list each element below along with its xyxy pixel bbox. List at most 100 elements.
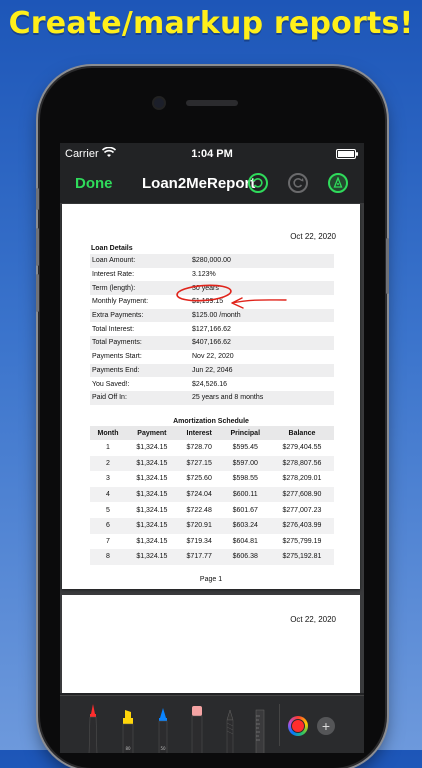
amortization-cell: $603.24 — [220, 517, 270, 534]
amortization-cell: $597.00 — [220, 455, 270, 472]
report-date: Oct 22, 2020 — [290, 232, 336, 241]
loan-detail-row: Extra Payments: $125.00 /month — [90, 308, 334, 323]
loan-detail-label: Payments End: — [90, 363, 190, 378]
undo-icon — [252, 178, 263, 188]
loan-detail-value: 3.123% — [192, 271, 216, 279]
amortization-cell: 6 — [90, 517, 126, 534]
amortization-cell: $1,324.15 — [136, 537, 168, 545]
amortization-cell: $606.38 — [220, 549, 270, 565]
loan-detail-row: Paid Off In: 25 years and 8 months — [90, 390, 334, 405]
loan-details-title: Loan Details — [91, 245, 133, 252]
markup-toolbar: 80 50 + — [60, 695, 364, 753]
loan-detail-row: Loan Amount: $280,000.00 — [90, 254, 334, 268]
amortization-row: 4 $1,324.15 $724.04 $600.11 $277,608.90 — [90, 486, 334, 503]
amortization-cell: $1,324.15 — [125, 517, 178, 534]
highlighter-icon: 80 — [122, 710, 134, 753]
loan-detail-value: 30 years — [190, 281, 334, 296]
amortization-cell: $278,807.56 — [269, 455, 334, 472]
amortization-cell: $1,324.15 — [136, 475, 168, 483]
loan-detail-label: Extra Payments: — [90, 308, 190, 323]
amortization-cell: $1,324.15 — [136, 444, 168, 452]
loan-detail-label: Term (length): — [90, 281, 190, 296]
amortization-cell: $277,608.90 — [269, 486, 334, 503]
pen-tool[interactable] — [86, 702, 100, 753]
amortization-cell: $604.81 — [232, 537, 258, 545]
markup-toggle-button[interactable] — [328, 173, 348, 193]
amortization-cell: 1 — [106, 444, 110, 452]
amortization-column-header: Payment — [125, 426, 178, 440]
amortization-cell: 7 — [106, 537, 110, 545]
done-button[interactable]: Done — [75, 175, 113, 192]
loan-detail-label: Total Interest: — [92, 325, 135, 333]
amortization-cell: $1,324.15 — [125, 455, 178, 472]
document-view[interactable]: Oct 22, 2020 Loan Details Loan Amount: $2… — [60, 203, 364, 693]
amortization-cell: $720.91 — [177, 517, 221, 534]
loan-detail-value: 25 years and 8 months — [190, 390, 334, 405]
amortization-cell: $277,007.23 — [282, 506, 322, 514]
amortization-cell: $717.77 — [177, 549, 221, 565]
loan-detail-row: Payments End: Jun 22, 2046 — [90, 363, 334, 378]
power-button — [386, 238, 389, 294]
amortization-row: 5 $1,324.15 $722.48 $601.67 $277,007.23 — [90, 502, 334, 518]
amortization-cell: $601.67 — [232, 506, 258, 514]
add-annotation-button[interactable]: + — [317, 717, 335, 735]
amortization-cell: $725.60 — [186, 475, 212, 483]
loan-detail-label: Interest Rate: — [92, 271, 135, 279]
loan-detail-label: Monthly Payment: — [92, 298, 149, 306]
loan-detail-value: $125.00 /month — [190, 308, 334, 323]
amortization-table: Month Payment Interest Principal Balance 1 $1… — [90, 426, 334, 565]
pencil-tool[interactable] — [224, 708, 236, 753]
volume-up-button — [36, 228, 39, 266]
amortization-column-header: Interest — [177, 426, 221, 440]
amortization-cell: $278,209.01 — [282, 475, 322, 483]
loan-detail-label: Loan Amount: — [90, 254, 190, 268]
loan-detail-row: Total Payments: $407,166.62 — [90, 336, 334, 350]
amortization-cell: $719.34 — [186, 537, 212, 545]
toolbar-divider — [279, 704, 280, 746]
marker-size-label: 50 — [160, 746, 166, 751]
amortization-column-header: Principal — [220, 426, 270, 440]
amortization-cell: $276,403.99 — [269, 517, 334, 534]
pencil-icon — [226, 709, 234, 753]
nav-bar: Done Loan2MeReport — [60, 165, 364, 203]
amortization-column-header: Balance — [269, 426, 334, 440]
screen: Carrier 1:04 PM Done Loan2MeReport Oct 2… — [60, 143, 364, 753]
amortization-cell: $727.15 — [177, 455, 221, 472]
amortization-cell: 4 — [90, 486, 126, 503]
amortization-cell: 3 — [106, 475, 110, 483]
loan-detail-value: Jun 22, 2046 — [190, 363, 334, 378]
redo-icon — [293, 178, 304, 188]
amortization-cell: $724.04 — [177, 486, 221, 503]
mute-switch — [36, 188, 39, 210]
amortization-cell: $600.11 — [220, 486, 270, 503]
amortization-cell: $595.45 — [232, 444, 258, 452]
eraser-tool[interactable] — [190, 704, 204, 753]
amortization-cell: 5 — [106, 506, 110, 514]
loan-detail-value: $407,166.62 — [190, 336, 334, 350]
loan-detail-label: You Saved!: — [92, 380, 130, 388]
amortization-cell: $275,192.81 — [269, 549, 334, 565]
ruler-tool[interactable] — [255, 708, 265, 753]
volume-down-button — [36, 274, 39, 312]
loan-detail-row: Term (length): 30 years — [90, 281, 334, 296]
document-title: Loan2MeReport — [142, 175, 256, 192]
highlighter-tool[interactable]: 80 — [120, 708, 136, 753]
amortization-cell: $728.70 — [186, 444, 212, 452]
promo-headline: Create/markup reports! — [8, 6, 414, 41]
color-picker-button[interactable] — [288, 716, 308, 736]
page-number: Page 1 — [199, 576, 223, 583]
undo-button[interactable] — [248, 173, 268, 193]
amortization-cell: $598.55 — [232, 475, 258, 483]
loan-detail-value: $24,526.16 — [192, 380, 228, 388]
selected-color-swatch — [291, 719, 305, 733]
earpiece-speaker — [186, 100, 238, 106]
battery-icon — [336, 149, 358, 159]
redo-button[interactable] — [288, 173, 308, 193]
report-date-page-2: Oct 22, 2020 — [290, 615, 336, 624]
loan-detail-value: $280,000.00 — [190, 254, 334, 268]
pen-tip-icon — [333, 177, 343, 188]
loan-detail-value: $127,166.62 — [192, 325, 231, 333]
amortization-row: 8 $1,324.15 $717.77 $606.38 $275,192.81 — [90, 549, 334, 565]
amortization-title: Amortization Schedule — [173, 418, 249, 425]
marker-tool[interactable]: 50 — [156, 706, 170, 753]
